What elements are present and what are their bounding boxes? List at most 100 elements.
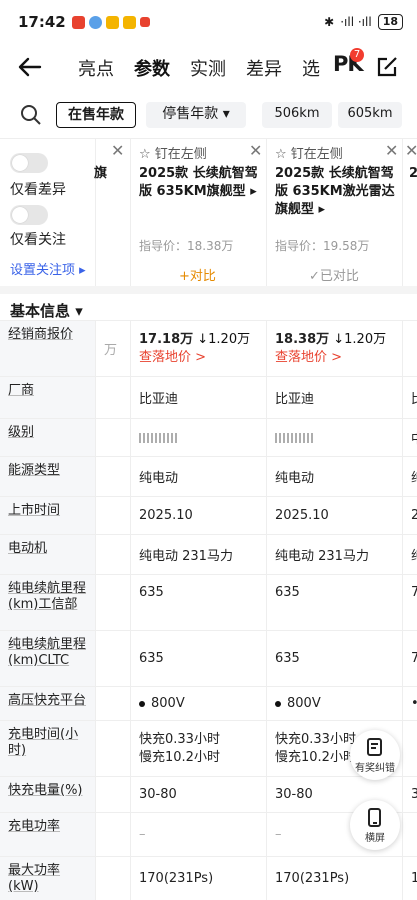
level-value-obscured	[139, 432, 179, 443]
car-column-2: ☆ 钉在左侧 ✕ 2025款 长续航智驾版 635KM激光雷达旗舰型 ▸ 指导价…	[266, 139, 402, 287]
table-row: 经销商报价 万 17.18万 ↓1.20万 查落地价 > 18.38万 ↓1.2…	[0, 320, 417, 376]
range-506-chip[interactable]: 506km	[262, 102, 332, 128]
partial-cell: 7	[402, 631, 417, 686]
rotate-screen-icon	[368, 807, 381, 827]
slow-charge-time: 慢充10.2小时	[139, 749, 220, 765]
status-bar: 17:42 ✱ ·ıll ·ıll 18	[0, 0, 417, 44]
row-label[interactable]: 充电功率	[0, 813, 95, 856]
table-row: 上市时间 2025.10 2025.10 2	[0, 496, 417, 534]
dealer-price-cell: 17.18万 ↓1.20万 查落地价 >	[130, 321, 266, 376]
pk-count-badge: 7	[350, 48, 364, 62]
report-error-button[interactable]: 有奖纠错	[350, 730, 400, 780]
pin-left-button[interactable]: ☆ 钉在左侧	[139, 143, 207, 162]
search-icon[interactable]	[20, 104, 42, 126]
row-label[interactable]: 厂商	[0, 377, 95, 418]
edit-share-icon[interactable]	[376, 56, 398, 78]
back-arrow-icon[interactable]	[16, 54, 44, 80]
table-cell: 170(231Ps)	[266, 857, 402, 900]
table-cell	[130, 419, 266, 456]
row-label[interactable]: 能源类型	[0, 457, 95, 496]
car-title[interactable]: 2025款 长续航智驾版 635KM激光雷达旗舰型 ▸	[275, 165, 397, 219]
partial-cell	[402, 813, 417, 856]
partial-cell	[95, 777, 130, 812]
partial-cell: 中	[402, 419, 417, 456]
table-cell: 635	[130, 575, 266, 630]
row-label[interactable]: 上市时间	[0, 497, 95, 534]
table-cell: 2025.10	[266, 497, 402, 534]
filter-bar: 在售年款 停售年款 ▾ 506km 605km	[0, 96, 417, 134]
table-row: 厂商 比亚迪 比亚迪 比	[0, 376, 417, 418]
fast-charge-time: 快充0.33小时	[275, 731, 356, 747]
car-title-partial: 旗	[94, 166, 108, 181]
close-icon[interactable]: ✕	[249, 141, 262, 160]
row-label[interactable]: 经销商报价	[0, 321, 95, 376]
only-follow-toggle[interactable]	[10, 205, 48, 225]
off-sale-dropdown[interactable]: 停售年款 ▾	[146, 102, 246, 128]
landing-price-link[interactable]: 查落地价 >	[275, 349, 342, 367]
close-icon[interactable]: ✕	[111, 141, 124, 160]
close-icon[interactable]: ✕	[405, 141, 417, 160]
tab-bar: 亮点 参数 实测 差异 选	[78, 55, 358, 83]
comparison-header: 仅看差异 仅看关注 设置关注项 ▸ ✕ 旗 ☆ 钉在左侧 ✕ 2025款 长续航…	[0, 138, 417, 287]
only-diff-toggle[interactable]	[10, 153, 48, 173]
row-label[interactable]: 电动机	[0, 535, 95, 574]
row-label[interactable]: 纯电续航里程(km)工信部	[0, 575, 95, 630]
table-cell: 170(231Ps)	[130, 857, 266, 900]
row-label[interactable]: 最大功率(kW)	[0, 857, 95, 900]
table-cell: 30-80	[130, 777, 266, 812]
landing-price-link[interactable]: 查落地价 >	[139, 349, 206, 367]
car-title[interactable]: 2025款 长续航智驾版 635KM旗舰型 ▸	[139, 165, 261, 201]
landscape-button[interactable]: 横屏	[350, 800, 400, 850]
partial-cell	[95, 497, 130, 534]
table-row: 能源类型 纯电动 纯电动 纯	[0, 456, 417, 496]
set-follow-link[interactable]: 设置关注项 ▸	[10, 259, 86, 278]
partial-cell	[95, 457, 130, 496]
table-cell: 纯电动 231马力	[266, 535, 402, 574]
only-follow-label: 仅看关注	[10, 232, 66, 248]
partial-cell	[95, 857, 130, 900]
table-cell: 比亚迪	[266, 377, 402, 418]
table-row: 快充电量(%) 30-80 30-80 3	[0, 776, 417, 812]
price-drop: ↓1.20万	[333, 331, 387, 347]
row-label[interactable]: 纯电续航里程(km)CLTC	[0, 631, 95, 686]
row-label[interactable]: 充电时间(小时)	[0, 721, 95, 776]
section-basic-info[interactable]: 基本信息 ▾	[0, 286, 417, 320]
table-row: 高压快充平台 800V 800V •	[0, 686, 417, 720]
pin-left-button[interactable]: ☆ 钉在左侧	[275, 143, 343, 162]
table-cell: 纯电动 231马力	[130, 535, 266, 574]
tab-differences[interactable]: 差异	[246, 55, 302, 81]
battery-icon: 18	[377, 14, 403, 30]
car-column-1: ☆ 钉在左侧 ✕ 2025款 长续航智驾版 635KM旗舰型 ▸ 指导价：18.…	[130, 139, 266, 287]
partial-cell: 2	[402, 497, 417, 534]
partial-cell: 7	[402, 575, 417, 630]
row-label[interactable]: 级别	[0, 419, 95, 456]
on-sale-chip[interactable]: 在售年款	[56, 102, 136, 128]
close-icon[interactable]: ✕	[385, 141, 398, 160]
partial-cell: 1	[402, 857, 417, 900]
tab-params[interactable]: 参数	[134, 55, 190, 83]
cell-value: 800V	[151, 696, 185, 711]
tab-highlights[interactable]: 亮点	[78, 55, 134, 81]
notification-icon	[88, 15, 102, 29]
table-cell: 纯电动	[266, 457, 402, 496]
partial-cell	[95, 535, 130, 574]
partial-cell: •	[402, 687, 417, 720]
landscape-label: 横屏	[365, 832, 385, 844]
level-value-obscured	[275, 432, 315, 443]
table-row: 最大功率(kW) 170(231Ps) 170(231Ps) 1	[0, 856, 417, 900]
tab-tests[interactable]: 实测	[190, 55, 246, 81]
add-compare-button[interactable]: +对比	[179, 265, 216, 284]
range-605-chip[interactable]: 605km	[338, 102, 402, 128]
notification-icon	[122, 15, 136, 29]
table-cell: 635	[266, 575, 402, 630]
row-label[interactable]: 高压快充平台	[0, 687, 95, 720]
table-cell: 635	[266, 631, 402, 686]
table-cell: 纯电动	[130, 457, 266, 496]
compared-label[interactable]: ✓已对比	[309, 265, 359, 284]
row-label[interactable]: 快充电量(%)	[0, 777, 95, 812]
notification-icon	[71, 15, 85, 29]
car-title-partial: 2	[409, 165, 417, 183]
partial-cell: 比	[402, 377, 417, 418]
partial-cell	[402, 321, 417, 376]
partial-cell: 纯	[402, 457, 417, 496]
